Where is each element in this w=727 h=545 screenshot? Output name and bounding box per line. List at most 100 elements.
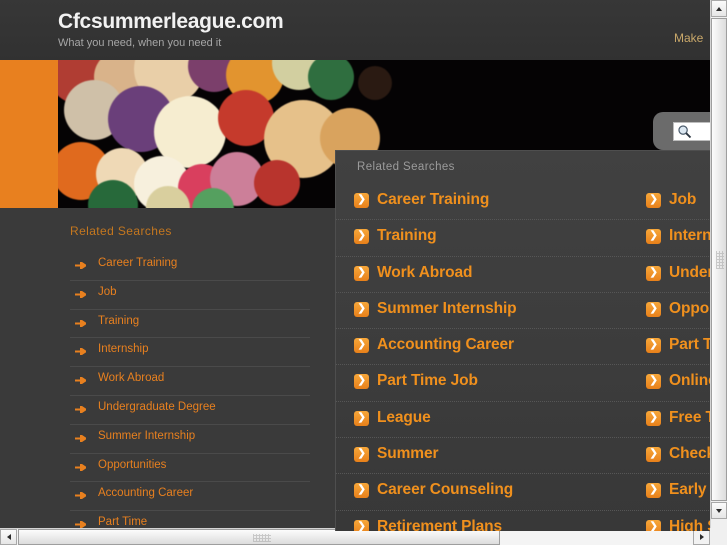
table-row: Career Counseling Early C [336,474,710,511]
overlay-link-opportunities[interactable]: Opport [646,299,710,323]
chevron-right-icon [354,481,369,499]
vertical-scroll-thumb[interactable] [711,18,727,501]
overlay-link-part-time[interactable]: Part Tir [646,335,710,359]
sidebar-item-label: Career Training [98,257,178,269]
overlay-link-league[interactable]: League [354,408,634,432]
overlay-link-label: Opport [669,299,710,317]
overlay-link-label: Career Counseling [377,481,514,499]
overlay-link-undergraduate[interactable]: Underg [646,263,710,287]
overlay-link-summer[interactable]: Summer [354,444,634,468]
sidebar-item-label: Accounting Career [98,487,194,500]
overlay-link-retirement-plans[interactable]: Retirement Plans [354,517,634,531]
header-nav-link[interactable]: Make [674,31,710,45]
overlay-link-summer-internship[interactable]: Summer Internship [354,299,634,323]
arrow-bullet-icon [75,492,86,500]
overlay-link-label: Career Training [377,191,490,208]
site-header: Cfcsummerleague.com What you need, when … [0,0,710,60]
sidebar-item-job[interactable]: Job [70,281,310,310]
chevron-right-icon [354,227,369,245]
table-row: Summer Internship Opport [336,293,710,330]
overlay-link-work-abroad[interactable]: Work Abroad [354,263,634,287]
overlay-link-checking[interactable]: Checki [646,444,710,468]
overlay-link-label: Job [669,191,697,208]
sidebar-item-accounting-career[interactable]: Accounting Career [70,482,310,512]
scroll-down-button[interactable] [711,502,727,519]
table-row: Training Interns [336,220,710,257]
overlay-link-grid: Career Training Job Training Interns Wor… [336,184,710,531]
site-tagline: What you need, when you need it [58,37,222,49]
chevron-right-icon [646,336,661,354]
sidebar-item-undergraduate-degree[interactable]: Undergraduate Degree [70,396,310,425]
overlay-link-accounting-career[interactable]: Accounting Career [354,335,634,359]
chevron-right-icon [646,518,661,531]
overlay-link-label: Part Tir [669,336,710,354]
search-input[interactable] [673,122,710,141]
chevron-right-icon [354,336,369,354]
chevron-right-icon [354,409,369,426]
chevron-right-icon [646,409,661,426]
overlay-link-job[interactable]: Job [646,190,710,214]
sidebar-related-searches: Related Searches Career Training Job Tra… [0,208,340,531]
hero-accent-bar [0,60,58,208]
table-row: League Free Ta [336,402,710,439]
overlay-link-label: Part Time Job [377,372,478,390]
arrow-bullet-icon [75,405,86,413]
overlay-link-training[interactable]: Training [354,226,634,250]
sidebar-item-training[interactable]: Training [70,310,310,339]
sidebar-item-label: Part Time [98,516,148,529]
overlay-link-career-counseling[interactable]: Career Counseling [354,480,634,504]
related-searches-overlay-panel: Related Searches Career Training Job Tra… [335,150,710,531]
vertical-scrollbar[interactable] [710,0,727,531]
overlay-link-online[interactable]: Online [646,371,710,395]
sidebar-item-label: Summer Internship [98,429,196,442]
triangle-up-icon [716,7,723,11]
triangle-down-icon [716,509,723,513]
sidebar-item-summer-internship[interactable]: Summer Internship [70,425,310,454]
arrow-bullet-icon [75,262,86,269]
horizontal-scroll-thumb[interactable] [18,529,500,545]
overlay-link-label: Early C [669,481,710,499]
chevron-right-icon [646,227,661,245]
sidebar-item-work-abroad[interactable]: Work Abroad [70,367,310,396]
chevron-right-icon [646,191,661,208]
sidebar-item-label: Training [98,314,140,327]
overlay-link-label: Underg [669,263,710,281]
chevron-right-icon [646,300,661,317]
triangle-left-icon [7,534,11,541]
arrow-bullet-icon [75,377,86,385]
overlay-link-internship[interactable]: Interns [646,226,710,250]
overlay-link-label: League [377,408,431,426]
sidebar-list: Career Training Job Training Internship … [70,252,310,531]
sidebar-heading: Related Searches [70,224,172,238]
overlay-link-label: Training [377,227,437,245]
overlay-link-early-childhood[interactable]: Early C [646,480,710,504]
sidebar-item-internship[interactable]: Internship [70,338,310,368]
overlay-link-part-time-job[interactable]: Part Time Job [354,371,634,395]
scroll-up-button[interactable] [711,0,727,17]
table-row: Work Abroad Underg [336,257,710,293]
sidebar-item-opportunities[interactable]: Opportunities [70,454,310,483]
sidebar-item-label: Work Abroad [98,372,165,385]
browser-viewport: Cfcsummerleague.com What you need, when … [0,0,710,531]
overlay-link-label: Interns [669,227,710,245]
scroll-left-button[interactable] [0,529,17,545]
chevron-right-icon [646,481,661,499]
overlay-link-label: Checki [669,445,710,463]
overlay-link-label: Retirement Plans [377,517,503,531]
magnifier-icon [678,125,692,139]
chevron-right-icon [354,264,369,281]
sidebar-item-career-training[interactable]: Career Training [70,252,310,281]
overlay-link-free-tax[interactable]: Free Ta [646,408,710,432]
overlay-link-label: Summer Internship [377,299,517,317]
scrollbar-corner [710,528,727,545]
page-title: Cfcsummerleague.com [58,10,284,33]
chevron-right-icon [354,518,369,531]
overlay-link-high-school[interactable]: High Sc [646,517,710,531]
arrow-bullet-icon [75,348,86,356]
overlay-link-label: High Sc [669,517,710,531]
table-row: Accounting Career Part Tir [336,329,710,366]
sidebar-item-label: Undergraduate Degree [98,400,216,413]
arrow-bullet-icon [75,463,86,471]
resize-grip-button[interactable] [693,529,710,545]
overlay-link-career-training[interactable]: Career Training [354,190,634,214]
